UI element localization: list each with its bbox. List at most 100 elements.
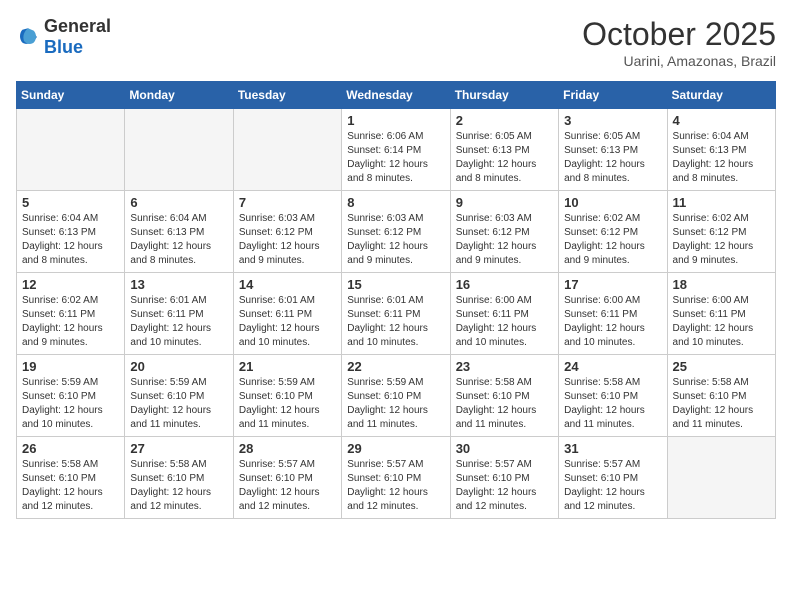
- calendar-day-cell: [125, 109, 233, 191]
- day-number: 19: [22, 359, 119, 374]
- day-number: 12: [22, 277, 119, 292]
- weekday-header: Monday: [125, 82, 233, 109]
- day-number: 15: [347, 277, 444, 292]
- logo-text: General Blue: [44, 16, 111, 58]
- day-number: 25: [673, 359, 770, 374]
- day-number: 2: [456, 113, 553, 128]
- day-info: Sunrise: 6:03 AM Sunset: 6:12 PM Dayligh…: [239, 212, 336, 268]
- day-number: 24: [564, 359, 661, 374]
- day-info: Sunrise: 6:00 AM Sunset: 6:11 PM Dayligh…: [456, 294, 553, 350]
- day-number: 21: [239, 359, 336, 374]
- logo-general: General: [44, 16, 111, 36]
- calendar-week-row: 19 Sunrise: 5:59 AM Sunset: 6:10 PM Dayli…: [17, 355, 776, 437]
- day-info: Sunrise: 6:02 AM Sunset: 6:12 PM Dayligh…: [673, 212, 770, 268]
- calendar-day-cell: 19 Sunrise: 5:59 AM Sunset: 6:10 PM Dayli…: [17, 355, 125, 437]
- calendar-day-cell: 23Sunrise: 5:58 AM Sunset: 6:10 PM Dayli…: [450, 355, 558, 437]
- weekday-header: Friday: [559, 82, 667, 109]
- logo-blue: Blue: [44, 37, 83, 57]
- day-info: Sunrise: 6:01 AM Sunset: 6:11 PM Dayligh…: [347, 294, 444, 350]
- day-info: Sunrise: 6:03 AM Sunset: 6:12 PM Dayligh…: [347, 212, 444, 268]
- calendar-day-cell: 17 Sunrise: 6:00 AM Sunset: 6:11 PM Dayli…: [559, 273, 667, 355]
- calendar-week-row: 5 Sunrise: 6:04 AM Sunset: 6:13 PM Daylig…: [17, 191, 776, 273]
- day-info: Sunrise: 6:01 AM Sunset: 6:11 PM Dayligh…: [130, 294, 227, 350]
- day-info: Sunrise: 5:58 AM Sunset: 6:10 PM Dayligh…: [673, 376, 770, 432]
- month-title: October 2025: [582, 16, 776, 53]
- calendar-day-cell: 20 Sunrise: 5:59 AM Sunset: 6:10 PM Dayli…: [125, 355, 233, 437]
- calendar-day-cell: 22Sunrise: 5:59 AM Sunset: 6:10 PM Dayli…: [342, 355, 450, 437]
- page-header: General Blue October 2025 Uarini, Amazon…: [16, 16, 776, 69]
- day-info: Sunrise: 6:03 AM Sunset: 6:12 PM Dayligh…: [456, 212, 553, 268]
- calendar-day-cell: 27 Sunrise: 5:58 AM Sunset: 6:10 PM Dayli…: [125, 437, 233, 519]
- day-info: Sunrise: 5:58 AM Sunset: 6:10 PM Dayligh…: [564, 376, 661, 432]
- calendar-day-cell: 13 Sunrise: 6:01 AM Sunset: 6:11 PM Dayli…: [125, 273, 233, 355]
- calendar-day-cell: 21 Sunrise: 5:59 AM Sunset: 6:10 PM Dayli…: [233, 355, 341, 437]
- day-number: 14: [239, 277, 336, 292]
- calendar-day-cell: 5 Sunrise: 6:04 AM Sunset: 6:13 PM Daylig…: [17, 191, 125, 273]
- day-number: 18: [673, 277, 770, 292]
- day-number: 16: [456, 277, 553, 292]
- day-info: Sunrise: 6:05 AM Sunset: 6:13 PM Dayligh…: [456, 130, 553, 186]
- day-info: Sunrise: 5:58 AM Sunset: 6:10 PM Dayligh…: [130, 458, 227, 514]
- calendar-day-cell: 2 Sunrise: 6:05 AM Sunset: 6:13 PM Daylig…: [450, 109, 558, 191]
- calendar-day-cell: 15 Sunrise: 6:01 AM Sunset: 6:11 PM Dayli…: [342, 273, 450, 355]
- day-info: Sunrise: 5:57 AM Sunset: 6:10 PM Dayligh…: [239, 458, 336, 514]
- day-number: 4: [673, 113, 770, 128]
- calendar-day-cell: [17, 109, 125, 191]
- day-info: Sunrise: 6:00 AM Sunset: 6:11 PM Dayligh…: [564, 294, 661, 350]
- calendar-week-row: 1Sunrise: 6:06 AM Sunset: 6:14 PM Daylig…: [17, 109, 776, 191]
- day-info: Sunrise: 6:02 AM Sunset: 6:12 PM Dayligh…: [564, 212, 661, 268]
- day-number: 17: [564, 277, 661, 292]
- calendar-day-cell: 7 Sunrise: 6:03 AM Sunset: 6:12 PM Daylig…: [233, 191, 341, 273]
- day-info: Sunrise: 5:58 AM Sunset: 6:10 PM Dayligh…: [22, 458, 119, 514]
- day-number: 31: [564, 441, 661, 456]
- day-info: Sunrise: 6:02 AM Sunset: 6:11 PM Dayligh…: [22, 294, 119, 350]
- day-number: 26: [22, 441, 119, 456]
- calendar-day-cell: 10Sunrise: 6:02 AM Sunset: 6:12 PM Dayli…: [559, 191, 667, 273]
- day-info: Sunrise: 5:57 AM Sunset: 6:10 PM Dayligh…: [564, 458, 661, 514]
- day-number: 20: [130, 359, 227, 374]
- day-number: 5: [22, 195, 119, 210]
- day-number: 27: [130, 441, 227, 456]
- day-info: Sunrise: 5:59 AM Sunset: 6:10 PM Dayligh…: [347, 376, 444, 432]
- weekday-header: Tuesday: [233, 82, 341, 109]
- weekday-header: Saturday: [667, 82, 775, 109]
- calendar-day-cell: 11 Sunrise: 6:02 AM Sunset: 6:12 PM Dayli…: [667, 191, 775, 273]
- calendar-day-cell: 4 Sunrise: 6:04 AM Sunset: 6:13 PM Daylig…: [667, 109, 775, 191]
- calendar-week-row: 26 Sunrise: 5:58 AM Sunset: 6:10 PM Dayli…: [17, 437, 776, 519]
- calendar-day-cell: 16 Sunrise: 6:00 AM Sunset: 6:11 PM Dayli…: [450, 273, 558, 355]
- day-info: Sunrise: 5:57 AM Sunset: 6:10 PM Dayligh…: [347, 458, 444, 514]
- calendar-day-cell: 8 Sunrise: 6:03 AM Sunset: 6:12 PM Daylig…: [342, 191, 450, 273]
- location: Uarini, Amazonas, Brazil: [582, 53, 776, 69]
- day-number: 3: [564, 113, 661, 128]
- calendar-day-cell: 6Sunrise: 6:04 AM Sunset: 6:13 PM Daylig…: [125, 191, 233, 273]
- title-block: October 2025 Uarini, Amazonas, Brazil: [582, 16, 776, 69]
- calendar-day-cell: [233, 109, 341, 191]
- calendar-day-cell: 9 Sunrise: 6:03 AM Sunset: 6:12 PM Daylig…: [450, 191, 558, 273]
- day-info: Sunrise: 6:04 AM Sunset: 6:13 PM Dayligh…: [673, 130, 770, 186]
- day-number: 29: [347, 441, 444, 456]
- day-info: Sunrise: 6:04 AM Sunset: 6:13 PM Dayligh…: [130, 212, 227, 268]
- day-number: 9: [456, 195, 553, 210]
- day-number: 11: [673, 195, 770, 210]
- logo: General Blue: [16, 16, 111, 58]
- day-info: Sunrise: 5:59 AM Sunset: 6:10 PM Dayligh…: [239, 376, 336, 432]
- day-info: Sunrise: 6:00 AM Sunset: 6:11 PM Dayligh…: [673, 294, 770, 350]
- day-info: Sunrise: 6:04 AM Sunset: 6:13 PM Dayligh…: [22, 212, 119, 268]
- calendar-day-cell: 18 Sunrise: 6:00 AM Sunset: 6:11 PM Dayli…: [667, 273, 775, 355]
- day-info: Sunrise: 6:06 AM Sunset: 6:14 PM Dayligh…: [347, 130, 444, 186]
- day-number: 30: [456, 441, 553, 456]
- calendar-day-cell: 1Sunrise: 6:06 AM Sunset: 6:14 PM Daylig…: [342, 109, 450, 191]
- calendar-day-cell: 12 Sunrise: 6:02 AM Sunset: 6:11 PM Dayli…: [17, 273, 125, 355]
- calendar-day-cell: 30Sunrise: 5:57 AM Sunset: 6:10 PM Dayli…: [450, 437, 558, 519]
- day-number: 28: [239, 441, 336, 456]
- calendar-day-cell: 3Sunrise: 6:05 AM Sunset: 6:13 PM Daylig…: [559, 109, 667, 191]
- day-info: Sunrise: 5:59 AM Sunset: 6:10 PM Dayligh…: [22, 376, 119, 432]
- day-number: 8: [347, 195, 444, 210]
- day-number: 13: [130, 277, 227, 292]
- day-number: 7: [239, 195, 336, 210]
- calendar-header-row: SundayMondayTuesdayWednesdayThursdayFrid…: [17, 82, 776, 109]
- day-info: Sunrise: 5:58 AM Sunset: 6:10 PM Dayligh…: [456, 376, 553, 432]
- logo-icon: [16, 25, 40, 49]
- day-info: Sunrise: 5:59 AM Sunset: 6:10 PM Dayligh…: [130, 376, 227, 432]
- day-info: Sunrise: 6:01 AM Sunset: 6:11 PM Dayligh…: [239, 294, 336, 350]
